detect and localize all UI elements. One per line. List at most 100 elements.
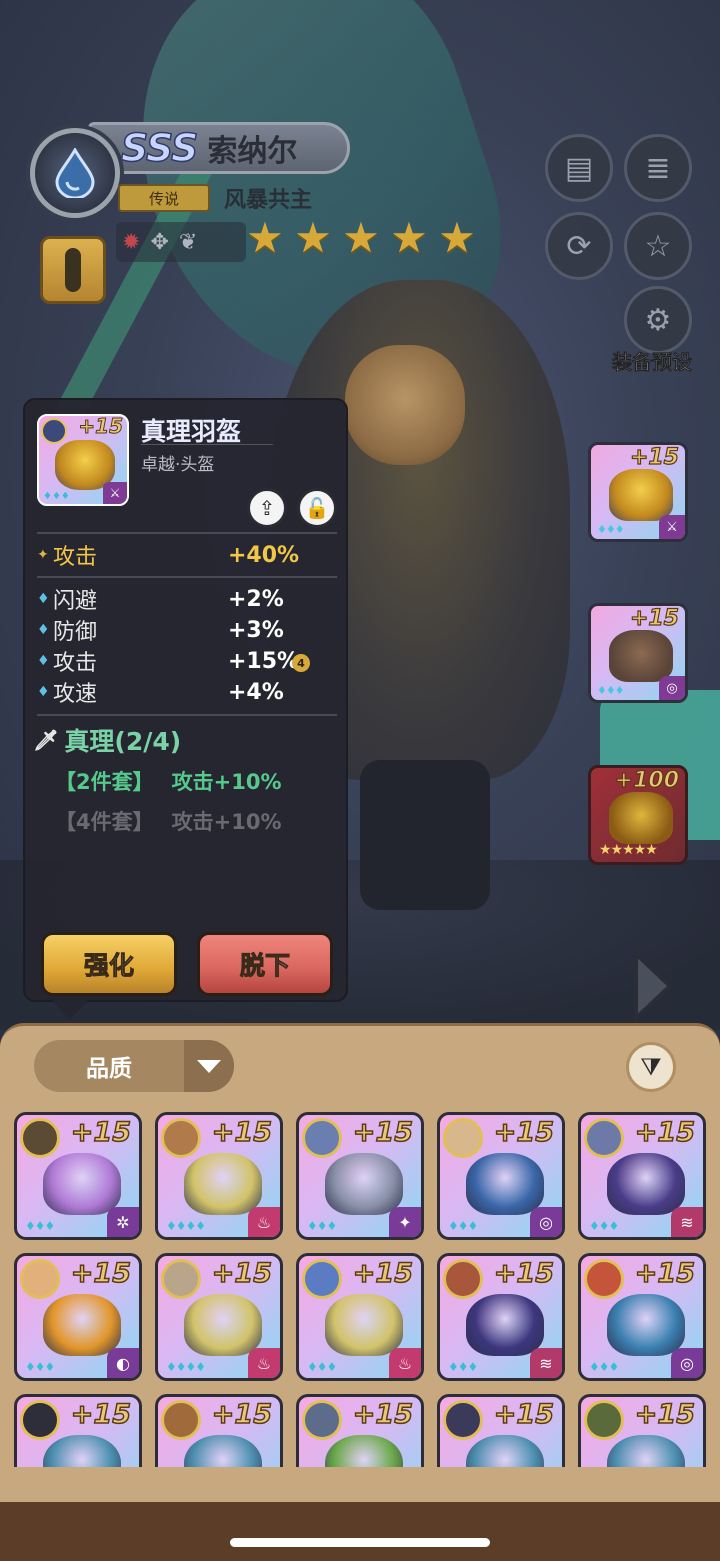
book-icon: ▤ [564, 150, 594, 186]
sword-icon: ⚔ [103, 482, 127, 504]
set-name: 真理(2/4) [64, 727, 182, 756]
item-plus: +15 [493, 1116, 555, 1149]
hero-portrait [302, 1118, 342, 1158]
water-element-icon [30, 128, 120, 218]
sword-icon: 🗡 [33, 728, 59, 752]
equipment-type-icon: ✲ [107, 1207, 139, 1237]
equipped-slot-boots[interactable]: +15 ♦♦♦ ◎ [588, 603, 688, 703]
upgrade-button[interactable]: 强化 [41, 932, 177, 996]
hero-info-button[interactable] [40, 236, 106, 304]
hero-portrait [302, 1259, 342, 1299]
equipment-type-icon: ♨ [248, 1348, 280, 1378]
rarity-badge: 传说 [118, 184, 210, 212]
item-art [184, 1294, 262, 1356]
star-icon: ★ [390, 213, 428, 262]
gem-rating: ♦♦♦ [589, 1219, 619, 1233]
set-bonus-value: 攻击+10% [171, 770, 282, 794]
hero-star-rating: ★ ★ ★ ★ ★ [244, 216, 478, 260]
helmet-swap-icon: ⟳ [566, 228, 592, 264]
sort-dropdown[interactable]: 品质 [34, 1040, 234, 1092]
equipment-preset-button[interactable]: ⚙ [624, 286, 692, 354]
star-icon: ★ [438, 213, 476, 262]
hero-lore-button[interactable]: ▤ [545, 134, 613, 202]
next-hero-arrow[interactable] [630, 950, 674, 1022]
divider [37, 576, 337, 578]
hero-class-icons: ✹ ✥ ❦ [116, 222, 246, 262]
equipped-item-art [609, 469, 673, 521]
item-art [184, 1435, 262, 1467]
inventory-item-card[interactable]: +15 ♦♦♦ ≋ [437, 1253, 565, 1381]
inventory-item-card[interactable]: +15 ♦♦♦ ✲ [14, 1112, 142, 1240]
inventory-item-card[interactable]: +15 ♦♦♦♦ ♨ [155, 1112, 283, 1240]
equipped-plus: +15 [629, 445, 679, 471]
equipped-slot-relic[interactable]: +100 ★★★★★ [588, 765, 688, 865]
item-art [43, 1153, 121, 1215]
item-art [43, 1435, 121, 1467]
inventory-panel: 品质 ⧩ +15 ♦♦♦ ✲ +15 ♦♦♦♦ ♨ +15 ♦♦♦ ✦ +15 ♦♦♦ ◎ +15 ♦♦♦… [0, 1023, 720, 1503]
inventory-item-card[interactable]: +15 ♦♦♦ ◎ [437, 1112, 565, 1240]
main-stat-row: ✦ 攻击 +40% [37, 540, 337, 571]
star-swap-button[interactable]: ☆ [624, 212, 692, 280]
hero-portrait [443, 1118, 483, 1158]
hero-notes-button[interactable]: ≣ [624, 134, 692, 202]
stat-value: +40% [228, 542, 300, 568]
filter-button[interactable]: ⧩ [626, 1042, 676, 1092]
item-art [607, 1294, 685, 1356]
inventory-item-card[interactable]: +15 [296, 1394, 424, 1467]
unequip-button[interactable]: 脱下 [197, 932, 333, 996]
info-icon [65, 248, 81, 292]
item-plus: +15 [634, 1257, 696, 1290]
inventory-item-card[interactable]: +15 ♦♦♦ ◎ [578, 1253, 706, 1381]
inventory-item-card[interactable]: +15 [155, 1394, 283, 1467]
equipped-item-art [609, 630, 673, 682]
hero-rank: SSS [120, 125, 199, 171]
item-plus: +15 [352, 1116, 414, 1149]
gem-rating: ♦♦♦♦ [166, 1360, 206, 1374]
item-art [466, 1435, 544, 1467]
item-plus: +15 [211, 1257, 273, 1290]
equipment-type-icon: ✦ [389, 1207, 421, 1237]
hero-name-bar: SSS 索纳尔 [88, 122, 350, 174]
hero-portrait [584, 1259, 624, 1299]
item-plus: +15 [352, 1398, 414, 1431]
set-bonus-2: 【2件套】 攻击+10% [55, 766, 282, 796]
equipment-type-icon: ≋ [530, 1348, 562, 1378]
hero-portrait [20, 1400, 60, 1440]
item-art [466, 1153, 544, 1215]
star-swap-icon: ☆ [644, 228, 672, 264]
inventory-item-card[interactable]: +15 ♦♦♦ ✦ [296, 1112, 424, 1240]
item-plus: +15 [634, 1116, 696, 1149]
inventory-item-card[interactable]: +15 [437, 1394, 565, 1467]
equipped-slot-weapon[interactable]: +15 ♦♦♦ ⚔ [588, 442, 688, 542]
inventory-item-card[interactable]: +15 [14, 1394, 142, 1467]
wolf-icon: ✹ [122, 229, 141, 255]
stat-value: +15% [228, 648, 300, 674]
stat-value: +4% [228, 679, 284, 705]
hero-portrait [443, 1400, 483, 1440]
stat-value: +2% [228, 586, 284, 612]
inventory-item-card[interactable]: +15 ♦♦♦♦ ♨ [155, 1253, 283, 1381]
share-button[interactable]: ⇪ [247, 488, 287, 528]
equipment-type-icon: ◎ [530, 1207, 562, 1237]
unlock-icon: 🔓 [304, 496, 330, 520]
stat-label: 攻击 [53, 545, 98, 570]
diamond-icon: ♦ [37, 653, 50, 669]
inventory-item-card[interactable]: +15 ♦♦♦ ≋ [578, 1112, 706, 1240]
sub-stat-row: ♦ 闪避 +2% [37, 584, 337, 615]
inventory-item-card[interactable]: +15 [578, 1394, 706, 1467]
scroll-icon: ≣ [645, 150, 671, 186]
equipment-type-icon: ♨ [248, 1207, 280, 1237]
inventory-item-card[interactable]: +15 ♦♦♦ ◐ [14, 1253, 142, 1381]
name-underline [141, 444, 273, 445]
home-indicator[interactable] [230, 1538, 490, 1547]
lock-button[interactable]: 🔓 [297, 488, 337, 528]
sword-icon: ⚔ [659, 515, 685, 539]
funnel-icon: ⧩ [640, 1053, 662, 1081]
inventory-item-card[interactable]: +15 ♦♦♦ ♨ [296, 1253, 424, 1381]
item-plus: +15 [70, 1257, 132, 1290]
item-plus: +15 [78, 414, 124, 439]
hero-swap-button[interactable]: ⟳ [545, 212, 613, 280]
item-art [607, 1153, 685, 1215]
item-art [184, 1153, 262, 1215]
item-plus: +15 [211, 1116, 273, 1149]
